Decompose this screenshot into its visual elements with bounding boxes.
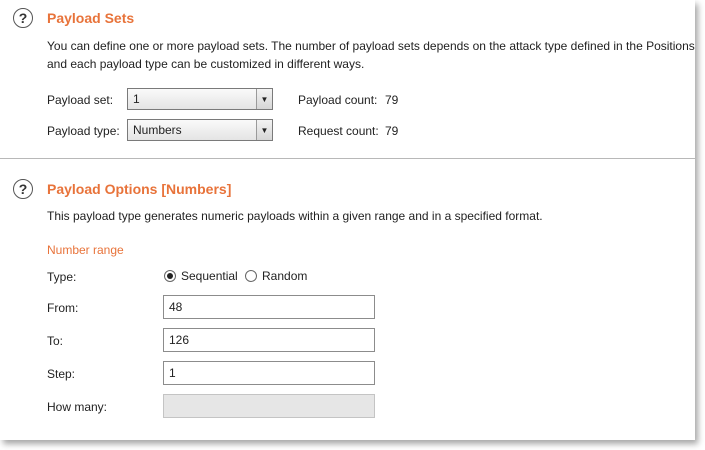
payload-sets-description-line2: and each payload type can be customized … [47, 57, 365, 71]
from-label: From: [47, 301, 79, 315]
help-icon[interactable]: ? [13, 8, 33, 28]
payload-set-value: 1 [133, 92, 140, 106]
type-label: Type: [47, 270, 77, 284]
chevron-down-icon[interactable]: ▼ [256, 120, 272, 140]
sequential-label: Sequential [181, 269, 238, 283]
random-label: Random [262, 269, 308, 283]
chevron-down-icon[interactable]: ▼ [256, 89, 272, 109]
request-count-value: 79 [385, 124, 399, 138]
payload-options-description: This payload type generates numeric payl… [47, 209, 543, 223]
to-label: To: [47, 334, 64, 348]
request-count-label: Request count: [298, 124, 379, 138]
payload-sets-description-line1: You can define one or more payload sets.… [47, 39, 695, 53]
how-many-label: How many: [47, 400, 108, 414]
number-range-heading: Number range [47, 243, 124, 257]
random-radio[interactable]: Random [245, 269, 307, 283]
from-input[interactable]: 48 [163, 295, 375, 319]
payload-type-label: Payload type: [47, 124, 120, 138]
section-divider [0, 158, 695, 159]
intruder-payloads-panel: ? Payload Sets You can define one or mor… [0, 0, 695, 440]
step-label: Step: [47, 367, 76, 381]
payload-sets-title: Payload Sets [47, 10, 135, 26]
payload-count-label: Payload count: [298, 93, 378, 107]
how-many-input [163, 394, 375, 418]
payload-options-title: Payload Options [Numbers] [47, 181, 232, 197]
payload-type-value: Numbers [133, 123, 182, 137]
payload-count-value: 79 [385, 93, 399, 107]
payload-type-select[interactable]: Numbers ▼ [127, 119, 273, 141]
help-icon[interactable]: ? [13, 179, 33, 199]
radio-unselected-icon[interactable] [245, 270, 257, 282]
sequential-radio[interactable]: Sequential [164, 269, 238, 283]
payload-set-label: Payload set: [47, 93, 114, 107]
payload-set-select[interactable]: 1 ▼ [127, 88, 273, 110]
radio-selected-icon[interactable] [164, 270, 176, 282]
to-input[interactable]: 126 [163, 328, 375, 352]
step-input[interactable]: 1 [163, 361, 375, 385]
